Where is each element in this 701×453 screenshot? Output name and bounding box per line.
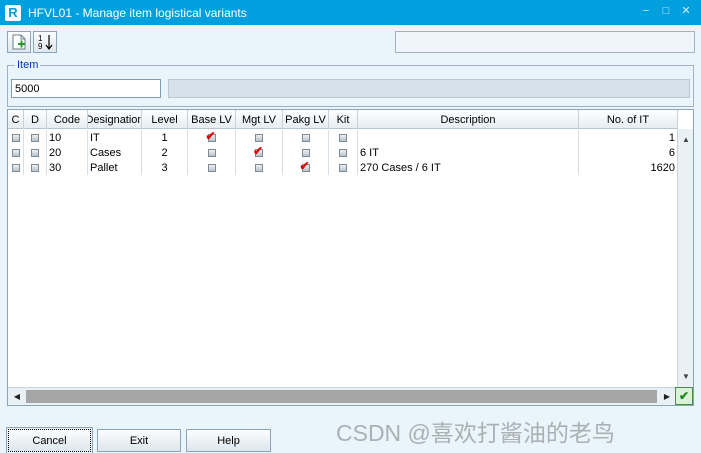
exit-button[interactable]: Exit: [97, 429, 181, 452]
validate-button[interactable]: ✔: [675, 387, 693, 405]
toolbar: 1 9: [7, 31, 57, 53]
vertical-scrollbar[interactable]: ▲ ▼: [677, 129, 693, 388]
grid-rows: 10 IT 1 ✔ 1 20 Cases 2 ✔ 6 IT 6 30 Palle…: [8, 130, 678, 175]
help-button[interactable]: Help: [186, 429, 271, 452]
base-lv-checkbox[interactable]: [188, 145, 236, 160]
code-cell: 20: [47, 145, 88, 160]
window-title: HFVL01 - Manage item logistical variants: [28, 5, 247, 20]
c-checkbox[interactable]: [8, 130, 24, 145]
scroll-down-icon[interactable]: ▼: [678, 370, 694, 384]
no-of-it-cell: 6: [579, 145, 678, 160]
kit-checkbox[interactable]: [329, 130, 358, 145]
title-bar: R HFVL01 - Manage item logistical varian…: [0, 0, 701, 25]
col-header-c[interactable]: C: [8, 110, 24, 129]
app-logo-icon: R: [5, 4, 21, 21]
pakg-lv-checkbox[interactable]: [283, 130, 329, 145]
col-header-designation[interactable]: Designation: [88, 110, 142, 129]
minimize-icon[interactable]: −: [639, 4, 653, 18]
description-cell: 270 Cases / 6 IT: [358, 160, 579, 175]
code-cell: 10: [47, 130, 88, 145]
description-cell: 6 IT: [358, 145, 579, 160]
col-header-description[interactable]: Description: [358, 110, 579, 129]
d-checkbox[interactable]: [24, 145, 47, 160]
d-checkbox[interactable]: [24, 130, 47, 145]
designation-cell: Pallet: [88, 160, 142, 175]
item-code-input[interactable]: [11, 79, 161, 98]
scroll-left-icon[interactable]: ◀: [10, 388, 24, 405]
level-cell: 2: [142, 145, 188, 160]
check-mark-icon: ✔: [299, 160, 310, 173]
scroll-up-icon[interactable]: ▲: [678, 133, 694, 147]
col-header-level[interactable]: Level: [142, 110, 188, 129]
table-row[interactable]: 30 Pallet 3 ✔ 270 Cases / 6 IT 1620: [8, 160, 678, 175]
base-lv-checkbox[interactable]: [188, 160, 236, 175]
description-cell: [358, 130, 579, 145]
mgt-lv-checkbox[interactable]: [236, 130, 283, 145]
new-document-icon: [12, 34, 26, 50]
mgt-lv-checkbox[interactable]: [236, 160, 283, 175]
col-header-base-lv[interactable]: Base LV: [188, 110, 236, 129]
base-lv-checkbox[interactable]: ✔: [188, 130, 236, 145]
c-checkbox[interactable]: [8, 160, 24, 175]
new-button[interactable]: [7, 31, 31, 53]
status-field: [395, 31, 695, 53]
col-header-pakg-lv[interactable]: Pakg LV: [283, 110, 329, 129]
designation-cell: IT: [88, 130, 142, 145]
scroll-thumb[interactable]: [26, 390, 657, 403]
level-cell: 1: [142, 130, 188, 145]
svg-text:9: 9: [38, 42, 43, 51]
level-cell: 3: [142, 160, 188, 175]
col-header-no-of-it[interactable]: No. of IT: [579, 110, 678, 129]
col-header-mgt-lv[interactable]: Mgt LV: [236, 110, 283, 129]
item-legend: Item: [15, 59, 41, 71]
grid-header: C D Code Designation Level Base LV Mgt L…: [8, 110, 678, 129]
close-icon[interactable]: ✕: [679, 4, 693, 18]
no-of-it-cell: 1620: [579, 160, 678, 175]
checkmark-icon: ✔: [678, 389, 690, 403]
kit-checkbox[interactable]: [329, 160, 358, 175]
col-header-kit[interactable]: Kit: [329, 110, 358, 129]
no-of-it-cell: 1: [579, 130, 678, 145]
check-mark-icon: ✔: [253, 145, 264, 158]
check-mark-icon: ✔: [205, 130, 216, 143]
code-cell: 30: [47, 160, 88, 175]
item-group: Item: [7, 59, 694, 107]
col-header-d[interactable]: D: [24, 110, 47, 129]
scroll-right-icon[interactable]: ▶: [660, 388, 674, 405]
cancel-button[interactable]: Cancel: [6, 427, 93, 453]
table-row[interactable]: 20 Cases 2 ✔ 6 IT 6: [8, 145, 678, 160]
pakg-lv-checkbox[interactable]: [283, 145, 329, 160]
c-checkbox[interactable]: [8, 145, 24, 160]
sort-ascending-icon: 1 9: [38, 34, 53, 51]
pakg-lv-checkbox[interactable]: ✔: [283, 160, 329, 175]
kit-checkbox[interactable]: [329, 145, 358, 160]
mgt-lv-checkbox[interactable]: ✔: [236, 145, 283, 160]
d-checkbox[interactable]: [24, 160, 47, 175]
maximize-icon[interactable]: □: [659, 4, 673, 18]
table-row[interactable]: 10 IT 1 ✔ 1: [8, 130, 678, 145]
designation-cell: Cases: [88, 145, 142, 160]
horizontal-scrollbar[interactable]: ◀ ▶: [8, 387, 676, 405]
sort-button[interactable]: 1 9: [33, 31, 57, 53]
variants-grid: C D Code Designation Level Base LV Mgt L…: [7, 109, 694, 406]
watermark: CSDN @喜欢打酱油的老鸟: [336, 420, 615, 446]
col-header-code[interactable]: Code: [47, 110, 88, 129]
item-description-field: [168, 79, 690, 98]
